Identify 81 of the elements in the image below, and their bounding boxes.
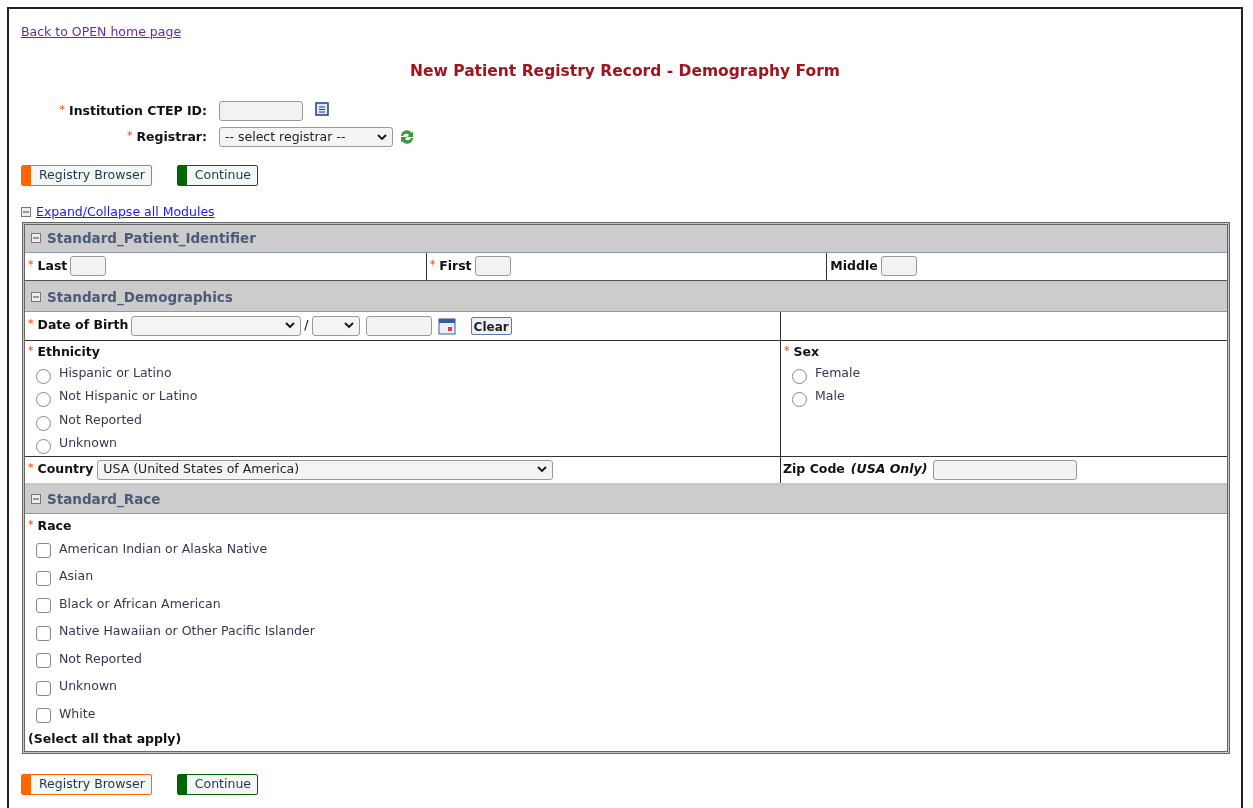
- field-label: Registrar:: [136, 127, 207, 146]
- checkbox[interactable]: [36, 708, 51, 724]
- radio-button[interactable]: [36, 392, 51, 408]
- collapse-icon[interactable]: [31, 494, 41, 505]
- back-link[interactable]: Back to OPEN home page: [21, 24, 182, 39]
- checkbox[interactable]: [36, 625, 51, 641]
- refresh-icon[interactable]: [398, 128, 416, 146]
- field-note: (USA Only): [850, 460, 928, 479]
- field-label: Date of Birth: [37, 316, 129, 335]
- option-label: Asian: [59, 567, 94, 586]
- module-title: Standard_Race: [47, 490, 161, 510]
- option-label: American Indian or Alaska Native: [59, 539, 268, 558]
- option-label: Native Hawaiian or Other Pacific Islander: [59, 622, 315, 641]
- radio-button[interactable]: [792, 368, 807, 384]
- option-label: Black or African American: [59, 594, 221, 613]
- hint-text: (Select all that apply): [28, 730, 183, 748]
- required-mark: *: [429, 256, 436, 273]
- clear-button[interactable]: Clear: [470, 316, 512, 335]
- input-field[interactable]: [880, 256, 917, 277]
- field-label: Last: [37, 256, 68, 275]
- field-label: First: [439, 256, 472, 275]
- chevron-down-icon: [377, 133, 387, 141]
- checkbox[interactable]: [36, 680, 51, 696]
- required-mark: *: [28, 516, 34, 533]
- input-field[interactable]: [70, 256, 107, 277]
- required-mark: *: [28, 342, 34, 359]
- required-mark: *: [28, 256, 34, 273]
- required-mark: *: [59, 101, 65, 118]
- input-field[interactable]: [474, 256, 511, 277]
- page-title: New Patient Registry Record - Demography Form: [409, 60, 841, 82]
- field-label: Middle: [830, 256, 878, 275]
- form-button[interactable]: Continue: [176, 773, 259, 795]
- calendar-icon[interactable]: [437, 316, 456, 335]
- select-field[interactable]: [131, 315, 302, 336]
- input-field[interactable]: [219, 101, 303, 121]
- expand-collapse-link[interactable]: Expand/Collapse all Modules: [36, 203, 215, 222]
- option-label: Female: [815, 363, 861, 382]
- option-label: White: [59, 704, 96, 723]
- field-label: Institution CTEP ID:: [69, 101, 207, 120]
- input-field[interactable]: [933, 459, 1078, 480]
- radio-button[interactable]: [36, 439, 51, 455]
- required-mark: *: [127, 127, 133, 144]
- select-field[interactable]: USA (United States of America): [97, 459, 554, 480]
- option-label: Hispanic or Latino: [59, 363, 172, 382]
- option-label: Not Reported: [59, 649, 142, 668]
- date-separator: /: [304, 316, 309, 335]
- option-label: Unknown: [59, 434, 118, 453]
- collapse-icon[interactable]: [31, 233, 41, 244]
- select-field[interactable]: [311, 315, 360, 336]
- checkbox[interactable]: [36, 543, 51, 559]
- chevron-down-icon: [343, 322, 354, 330]
- checkbox[interactable]: [36, 570, 51, 586]
- input-field[interactable]: [365, 315, 432, 336]
- checkbox[interactable]: [36, 653, 51, 669]
- collapse-icon[interactable]: [31, 292, 41, 303]
- radio-button[interactable]: [36, 415, 51, 431]
- collapse-icon[interactable]: [21, 207, 31, 218]
- field-label: Race: [37, 516, 72, 535]
- field-label: Sex: [793, 342, 820, 361]
- required-mark: *: [28, 460, 34, 477]
- select-field[interactable]: -- select registrar --: [219, 127, 393, 147]
- required-mark: *: [28, 316, 34, 333]
- required-mark: *: [784, 342, 790, 359]
- radio-button[interactable]: [792, 392, 807, 408]
- module-title: Standard_Demographics: [47, 288, 233, 308]
- module-title: Standard_Patient_Identifier: [47, 229, 256, 249]
- field-label: Zip Code: [783, 460, 845, 479]
- checkbox[interactable]: [36, 598, 51, 614]
- option-label: Not Reported: [59, 410, 142, 429]
- chevron-down-icon: [285, 322, 296, 330]
- list-icon[interactable]: [315, 102, 329, 116]
- option-label: Not Hispanic or Latino: [59, 387, 198, 406]
- option-label: Unknown: [59, 677, 118, 696]
- form-button[interactable]: Registry Browser: [21, 773, 152, 795]
- chevron-down-icon: [537, 466, 548, 474]
- form-button[interactable]: Continue: [176, 165, 259, 186]
- radio-button[interactable]: [36, 368, 51, 384]
- field-label: Ethnicity: [37, 342, 100, 361]
- field-label: Country: [37, 460, 94, 479]
- form-button[interactable]: Registry Browser: [21, 165, 152, 186]
- option-label: Male: [815, 387, 845, 406]
